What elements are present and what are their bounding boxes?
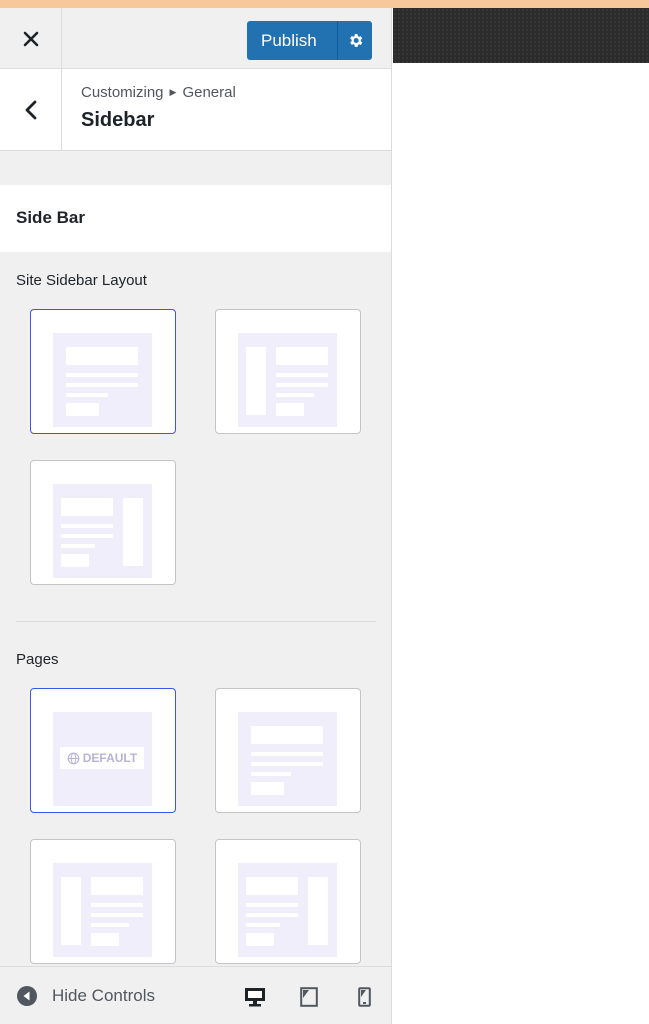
pages-option-no-sidebar[interactable] — [215, 688, 361, 813]
layout-option-no-sidebar[interactable] — [30, 309, 176, 434]
section-divider — [16, 621, 376, 622]
desktop-icon — [245, 988, 265, 1007]
section-title: Side Bar — [16, 208, 85, 227]
breadcrumb-arrow-icon: ▶ — [169, 87, 177, 97]
publish-settings-button[interactable] — [338, 21, 372, 60]
breadcrumb-parent: Customizing — [81, 84, 164, 101]
close-icon — [23, 31, 38, 46]
hide-controls-button[interactable]: Hide Controls — [16, 985, 155, 1007]
pages-option-default[interactable]: DEFAULT — [30, 688, 176, 813]
layout-preview — [53, 484, 152, 578]
tablet-icon — [300, 987, 318, 1007]
browser-top-strip — [0, 0, 649, 8]
pages-option-right-sidebar[interactable] — [215, 839, 361, 964]
gear-icon — [349, 34, 362, 47]
collapse-arrow-icon — [17, 986, 37, 1006]
publish-label: Publish — [261, 30, 317, 50]
close-customizer-button[interactable] — [0, 8, 62, 69]
site-sidebar-layout-label: Site Sidebar Layout — [16, 272, 147, 289]
layout-preview — [238, 712, 337, 806]
customizer-footer: Hide Controls — [0, 966, 391, 1024]
breadcrumb: Customizing ▶ General — [81, 84, 236, 101]
site-preview[interactable] — [393, 63, 649, 1024]
customizer-panel: Publish Customizing ▶ General Sidebar Side… — [0, 8, 392, 1024]
layout-preview: DEFAULT — [53, 712, 152, 806]
pages-option-left-sidebar[interactable] — [30, 839, 176, 964]
chevron-left-icon — [25, 100, 36, 120]
globe-icon — [67, 752, 80, 764]
hide-controls-label: Hide Controls — [52, 986, 155, 1005]
layout-preview — [238, 333, 337, 427]
pages-label: Pages — [16, 651, 59, 668]
default-badge-label: DEFAULT — [82, 751, 138, 765]
customizer-header: Publish — [0, 8, 391, 69]
layout-preview — [53, 863, 152, 957]
default-badge: DEFAULT — [60, 747, 144, 769]
preview-tablet-button[interactable] — [297, 985, 321, 1009]
preview-mobile-button[interactable] — [352, 985, 376, 1009]
layout-option-left-sidebar[interactable] — [215, 309, 361, 434]
mobile-icon — [357, 987, 371, 1007]
layout-preview — [53, 333, 152, 427]
publish-button[interactable]: Publish — [247, 21, 372, 60]
preview-admin-bar — [393, 8, 649, 63]
layout-preview — [238, 863, 337, 957]
back-button[interactable] — [0, 69, 62, 151]
preview-desktop-button[interactable] — [243, 985, 267, 1009]
page-title: Sidebar — [81, 109, 155, 131]
layout-option-right-sidebar[interactable] — [30, 460, 176, 585]
breadcrumb-section: General — [182, 84, 236, 101]
section-heading: Side Bar — [0, 185, 391, 252]
section-titlebar: Customizing ▶ General Sidebar — [0, 69, 391, 151]
